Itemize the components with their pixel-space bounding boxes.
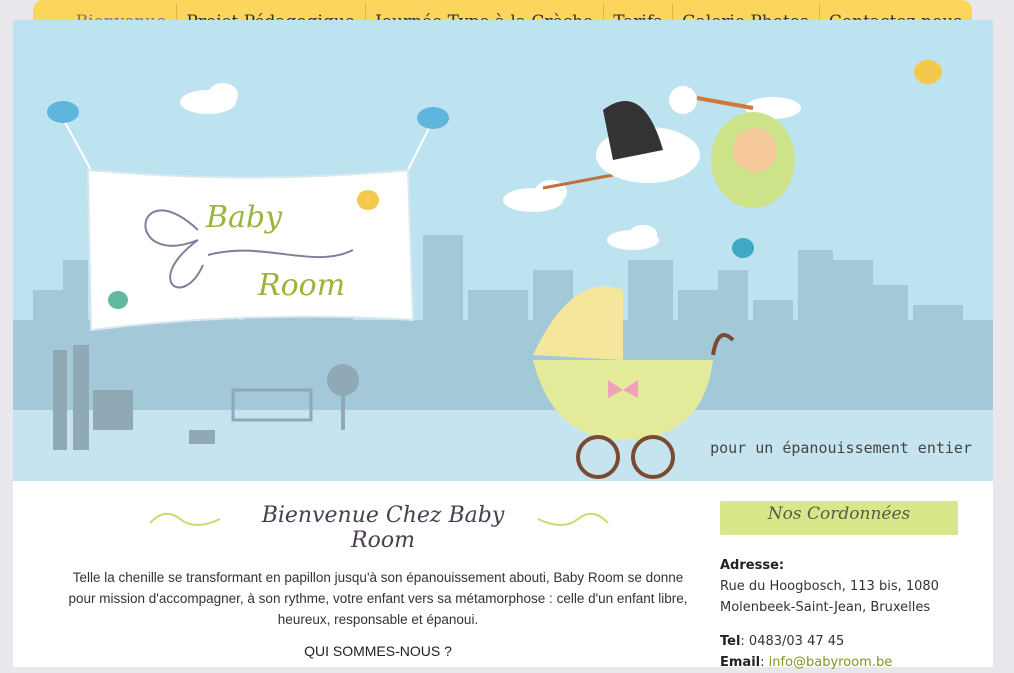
bird-icon	[47, 101, 449, 129]
email-link[interactable]: info@babyroom.be	[769, 655, 893, 670]
address-line2: Molenbeek-Saint-Jean, Bruxelles	[720, 597, 980, 618]
address-label: Adresse:	[720, 558, 784, 573]
hero-banner: Baby Room pour un épanouissement entier	[13, 20, 993, 481]
email-separator: :	[760, 655, 769, 670]
address-line1: Rue du Hoogbosch, 113 bis, 1080	[720, 576, 980, 597]
intro-paragraph: Telle la chenille se transformant en pap…	[63, 567, 693, 630]
hero-illustration	[13, 20, 993, 481]
contact-heading-text: Nos Cordonnées	[720, 504, 958, 524]
logo-text-baby: Baby	[206, 200, 282, 235]
tagline: pour un épanouissement entier	[710, 439, 972, 457]
email-label: Email	[720, 655, 760, 670]
welcome-title: Bienvenue Chez Baby Room	[233, 503, 533, 553]
contact-info: Adresse: Rue du Hoogbosch, 113 bis, 1080…	[720, 555, 980, 673]
dog-icon	[189, 430, 215, 444]
baby-bundle-icon	[711, 112, 795, 208]
logo-text-room: Room	[258, 268, 345, 303]
swirl-left-icon	[145, 505, 225, 535]
main-content: Bienvenue Chez Baby Room Telle la chenil…	[13, 481, 993, 667]
contact-heading: Nos Cordonnées	[720, 501, 958, 535]
section-heading: QUI SOMMES-NOUS ?	[13, 643, 743, 659]
tel-label: Tel	[720, 634, 740, 649]
tel-value: : 0483/03 47 45	[740, 634, 844, 649]
swirl-right-icon	[533, 505, 613, 535]
